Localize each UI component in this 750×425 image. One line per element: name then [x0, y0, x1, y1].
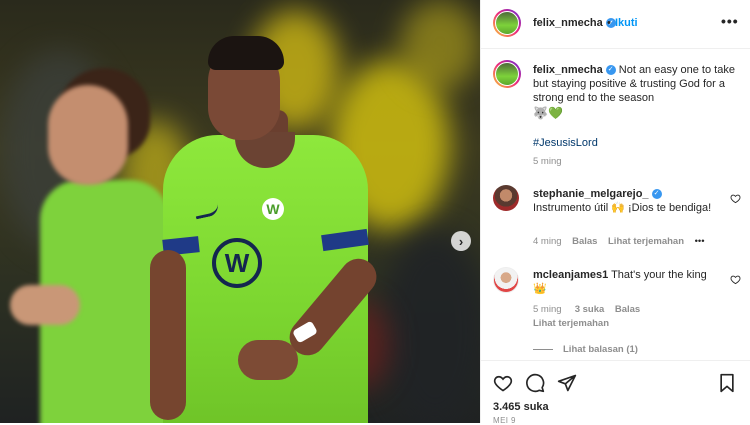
author-avatar[interactable] [493, 9, 521, 37]
commenter-avatar[interactable] [493, 267, 519, 293]
separator-dot: • [607, 17, 611, 29]
club-badge: W [262, 198, 284, 220]
more-options-icon[interactable]: ••• [721, 13, 739, 29]
post-header: felix_nmecha ✓ • Ikuti ••• [481, 0, 750, 49]
author-username[interactable]: felix_nmecha ✓ [533, 17, 616, 29]
comment-meta: 5 ming 3 suka Balas [533, 304, 640, 315]
bookmark-icon[interactable] [717, 373, 737, 393]
send-icon[interactable] [557, 373, 577, 393]
caption-emojis: 🐺💚 [533, 106, 563, 120]
reply-button[interactable]: Balas [615, 304, 640, 315]
follow-button[interactable]: Ikuti [615, 17, 638, 29]
post-photo: W W › [0, 0, 480, 423]
comment-text: Instrumento útil 🙌 ¡Dios te bendiga! [533, 202, 712, 214]
view-replies-label: Lihat balasan (1) [563, 344, 638, 355]
caption-hashtag[interactable]: #JesusisLord [533, 137, 598, 149]
verified-badge-icon: ✓ [651, 189, 662, 200]
caption-time: 5 ming [533, 156, 562, 167]
caption-avatar[interactable] [493, 60, 521, 88]
reply-button[interactable]: Balas [572, 236, 597, 247]
comment-time: 4 ming [533, 236, 562, 247]
comment-username[interactable]: mcleanjames1 [533, 269, 608, 281]
comment-like-heart-icon[interactable] [730, 274, 741, 285]
view-replies-button[interactable]: Lihat balasan (1) [533, 344, 638, 355]
verified-badge-icon: ✓ [605, 65, 616, 76]
see-translation-button[interactable]: Lihat terjemahan [608, 236, 684, 247]
comment: mcleanjames1 That's your the king 👑 [533, 268, 723, 296]
comment-icon[interactable] [525, 373, 545, 393]
divider-line [533, 349, 553, 350]
next-photo-button[interactable]: › [451, 231, 471, 251]
commenter-avatar[interactable] [493, 185, 519, 211]
comment-username[interactable]: stephanie_melgarejo_ [533, 188, 649, 200]
comment-like-heart-icon[interactable] [730, 193, 741, 204]
post-date: MEI 9 [493, 416, 516, 425]
comment-likes[interactable]: 3 suka [575, 304, 605, 315]
comment-more-icon[interactable]: ••• [695, 236, 705, 247]
action-bar: 3.465 suka MEI 9 [481, 360, 750, 425]
vw-sponsor-logo: W [212, 238, 262, 288]
heart-icon[interactable] [493, 373, 513, 393]
see-translation-button[interactable]: Lihat terjemahan [533, 318, 609, 329]
caption-username[interactable]: felix_nmecha [533, 64, 603, 76]
comment-time: 5 ming [533, 304, 562, 315]
comment: stephanie_melgarejo_ ✓ Instrumento útil 🙌… [533, 187, 723, 215]
post-side-panel: felix_nmecha ✓ • Ikuti ••• felix_nmecha ✓ … [480, 0, 750, 425]
instagram-post-view: W W › felix_nmecha ✓ • Ikuti ••• felix_nm… [0, 0, 750, 425]
comment-meta: 4 ming Balas Lihat terjemahan ••• [533, 236, 705, 247]
likes-count[interactable]: 3.465 suka [493, 401, 549, 413]
post-caption: felix_nmecha ✓ Not an easy one to take bu… [533, 63, 743, 105]
